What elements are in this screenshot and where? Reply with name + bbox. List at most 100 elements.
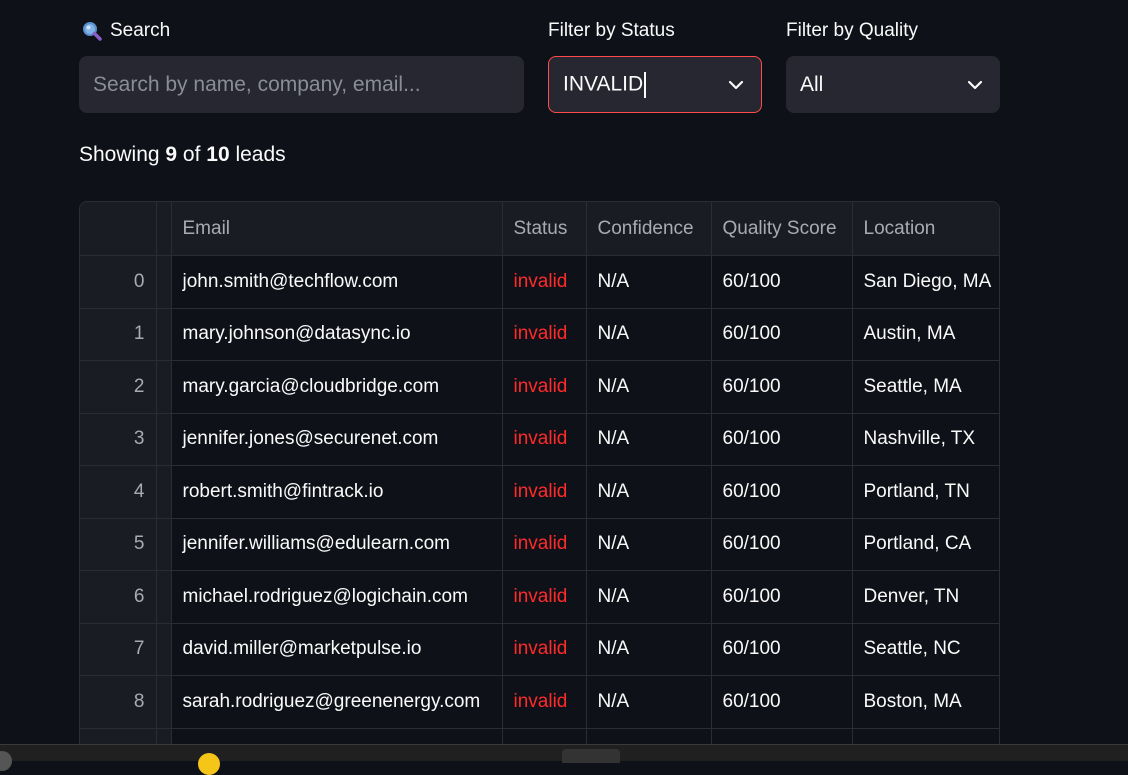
cell-status[interactable]: invalid <box>502 623 587 676</box>
filter-quality-select[interactable]: All <box>786 56 1000 113</box>
row-index[interactable]: 7 <box>80 623 157 676</box>
row-selector[interactable] <box>156 570 172 624</box>
table-row[interactable]: 4 robert.smith@fintrack.io invalid N/A 60/10… <box>80 465 999 519</box>
column-header-confidence[interactable]: Confidence <box>586 202 712 256</box>
cell-status[interactable]: invalid <box>502 413 587 466</box>
cell-quality-score[interactable]: 60/100 <box>711 360 853 414</box>
cell-email[interactable]: jennifer.jones@securenet.com <box>171 413 503 466</box>
table-row[interactable]: 8 sarah.rodriguez@greenenergy.com invalid N… <box>80 675 999 729</box>
row-selector[interactable] <box>156 308 172 361</box>
row-selector-header <box>156 202 172 256</box>
summary-total-count: 10 <box>206 143 230 166</box>
cell-location[interactable]: Austin, MA <box>852 308 999 361</box>
row-index[interactable]: 3 <box>80 413 157 466</box>
cell-quality-score[interactable]: 60/100 <box>711 465 853 519</box>
cell-status[interactable]: invalid <box>502 675 587 729</box>
table-row[interactable]: 2 mary.garcia@cloudbridge.com invalid N/A 60… <box>80 360 999 414</box>
cell-confidence[interactable]: N/A <box>586 675 712 729</box>
row-selector[interactable] <box>156 413 172 466</box>
filter-status-label: Filter by Status <box>548 20 675 42</box>
chevron-down-icon[interactable] <box>964 74 986 96</box>
filter-status-value-text: INVALID <box>563 72 644 96</box>
cell-confidence[interactable]: N/A <box>586 413 712 466</box>
row-selector[interactable] <box>156 518 172 571</box>
row-index[interactable]: 5 <box>80 518 157 571</box>
column-header-status[interactable]: Status <box>502 202 587 256</box>
text-cursor <box>644 71 647 98</box>
summary-suffix: leads <box>229 143 286 166</box>
column-header-quality-score[interactable]: Quality Score <box>711 202 853 256</box>
search-input[interactable] <box>93 72 510 97</box>
cell-status[interactable]: invalid <box>502 360 587 414</box>
table-row[interactable]: 1 mary.johnson@datasync.io invalid N/A 60/10… <box>80 308 999 361</box>
summary-prefix: Showing <box>79 143 166 166</box>
cell-email[interactable]: sarah.rodriguez@greenenergy.com <box>171 675 503 729</box>
cell-status[interactable]: invalid <box>502 308 587 361</box>
filter-status-select[interactable]: INVALID <box>548 56 762 113</box>
row-index[interactable]: 8 <box>80 675 157 729</box>
cell-confidence[interactable]: N/A <box>586 255 712 309</box>
table-row[interactable]: 6 michael.rodriguez@logichain.com invalid N… <box>80 570 999 624</box>
row-index[interactable]: 2 <box>80 360 157 414</box>
search-field[interactable] <box>79 56 524 113</box>
cell-location[interactable]: San Diego, MA <box>852 255 999 309</box>
leads-table[interactable]: Email Status Confidence Quality Score Lo… <box>79 201 1000 761</box>
cell-confidence[interactable]: N/A <box>586 360 712 414</box>
cell-quality-score[interactable]: 60/100 <box>711 570 853 624</box>
cell-status[interactable]: invalid <box>502 255 587 309</box>
cell-email[interactable]: david.miller@marketpulse.io <box>171 623 503 676</box>
table-row[interactable]: 5 jennifer.williams@edulearn.com invalid N/… <box>80 518 999 571</box>
cell-email[interactable]: robert.smith@fintrack.io <box>171 465 503 519</box>
app-icon[interactable] <box>198 753 220 775</box>
row-selector[interactable] <box>156 675 172 729</box>
row-selector[interactable] <box>156 465 172 519</box>
table-row[interactable]: 0 john.smith@techflow.com invalid N/A 60/100… <box>80 255 999 309</box>
search-label-text: Search <box>110 20 171 41</box>
cell-quality-score[interactable]: 60/100 <box>711 623 853 676</box>
row-index[interactable]: 4 <box>80 465 157 519</box>
cell-email[interactable]: jennifer.williams@edulearn.com <box>171 518 503 571</box>
cell-location[interactable]: Seattle, NC <box>852 623 999 676</box>
column-header-email[interactable]: Email <box>171 202 503 256</box>
column-header-location[interactable]: Location <box>852 202 999 256</box>
row-selector[interactable] <box>156 255 172 309</box>
row-selector[interactable] <box>156 623 172 676</box>
cell-confidence[interactable]: N/A <box>586 623 712 676</box>
filter-quality-label: Filter by Quality <box>786 20 918 42</box>
cell-location[interactable]: Portland, TN <box>852 465 999 519</box>
cell-quality-score[interactable]: 60/100 <box>711 518 853 571</box>
taskbar-button[interactable] <box>562 749 620 763</box>
search-label: Search <box>82 20 170 42</box>
cell-location[interactable]: Portland, CA <box>852 518 999 571</box>
filter-status-label-text: Filter by Status <box>548 20 675 41</box>
start-icon[interactable] <box>0 751 12 771</box>
cell-confidence[interactable]: N/A <box>586 465 712 519</box>
cell-quality-score[interactable]: 60/100 <box>711 675 853 729</box>
row-index[interactable]: 6 <box>80 570 157 624</box>
cell-quality-score[interactable]: 60/100 <box>711 308 853 361</box>
cell-status[interactable]: invalid <box>502 518 587 571</box>
cell-quality-score[interactable]: 60/100 <box>711 413 853 466</box>
row-index[interactable]: 0 <box>80 255 157 309</box>
cell-location[interactable]: Boston, MA <box>852 675 999 729</box>
cell-email[interactable]: mary.garcia@cloudbridge.com <box>171 360 503 414</box>
table-row[interactable]: 7 david.miller@marketpulse.io invalid N/A 60… <box>80 623 999 676</box>
cell-status[interactable]: invalid <box>502 465 587 519</box>
cell-location[interactable]: Seattle, MA <box>852 360 999 414</box>
filter-status-value: INVALID <box>563 71 647 98</box>
cell-location[interactable]: Nashville, TX <box>852 413 999 466</box>
cell-quality-score[interactable]: 60/100 <box>711 255 853 309</box>
magnifier-icon <box>82 21 102 41</box>
cell-email[interactable]: mary.johnson@datasync.io <box>171 308 503 361</box>
cell-location[interactable]: Denver, TN <box>852 570 999 624</box>
cell-email[interactable]: michael.rodriguez@logichain.com <box>171 570 503 624</box>
row-index[interactable]: 1 <box>80 308 157 361</box>
row-selector[interactable] <box>156 360 172 414</box>
chevron-down-icon[interactable] <box>725 74 747 96</box>
cell-status[interactable]: invalid <box>502 570 587 624</box>
table-row[interactable]: 3 jennifer.jones@securenet.com invalid N/A 6… <box>80 413 999 466</box>
cell-confidence[interactable]: N/A <box>586 570 712 624</box>
cell-email[interactable]: john.smith@techflow.com <box>171 255 503 309</box>
cell-confidence[interactable]: N/A <box>586 518 712 571</box>
cell-confidence[interactable]: N/A <box>586 308 712 361</box>
